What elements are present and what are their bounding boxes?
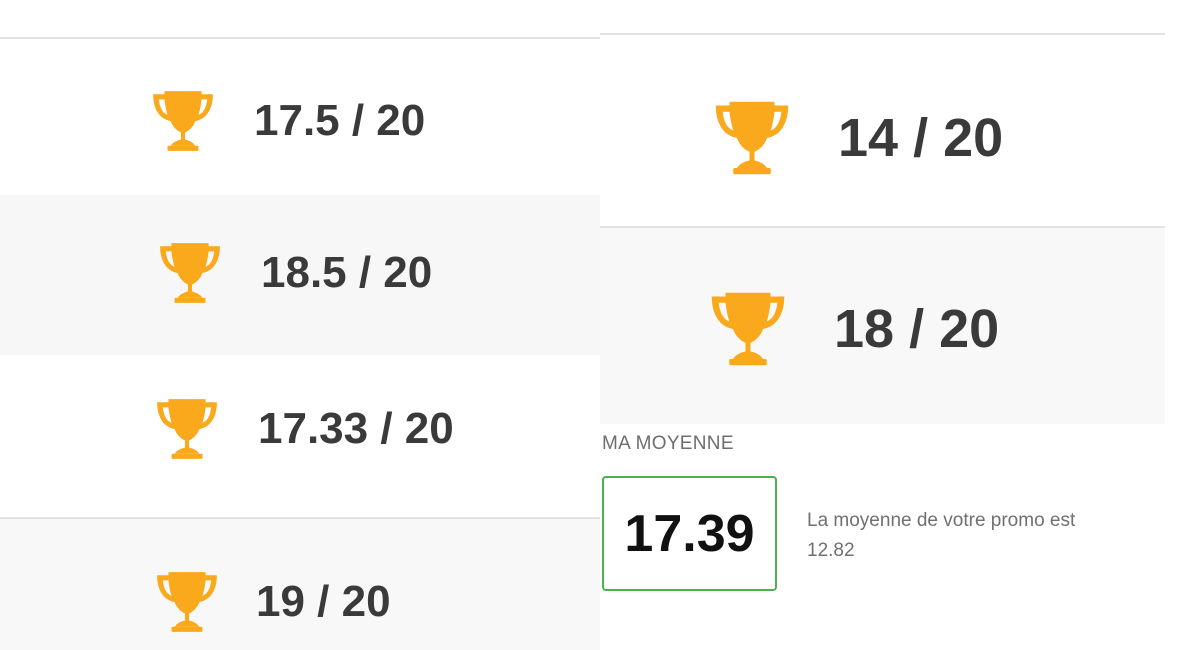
grade-row: 19 / 20 (154, 569, 391, 635)
grade-row: 14 / 20 (712, 98, 1003, 178)
grade-score: 18.5 / 20 (261, 248, 433, 297)
promo-average-value: 12.82 (807, 540, 855, 561)
trophy-icon (154, 569, 220, 635)
trophy-icon (712, 98, 792, 178)
divider (600, 33, 1165, 35)
grade-row: 18 / 20 (708, 289, 999, 369)
average-value-box: 17.39 (602, 476, 777, 591)
trophy-icon (708, 289, 788, 369)
grade-row: 17.5 / 20 (150, 88, 425, 154)
grade-score: 19 / 20 (256, 577, 391, 626)
average-section-label: MA MOYENNE (602, 433, 734, 454)
grade-row: 17.33 / 20 (154, 396, 454, 462)
grade-score: 14 / 20 (838, 108, 1004, 168)
promo-average-text: La moyenne de votre promo est 12.82 (807, 506, 1137, 566)
grade-score: 17.5 / 20 (254, 96, 426, 145)
divider (0, 37, 600, 39)
trophy-icon (150, 88, 216, 154)
average-value: 17.39 (624, 504, 755, 563)
promo-average-label: La moyenne de votre promo est (807, 510, 1076, 531)
grade-row: 18.5 / 20 (157, 240, 432, 306)
left-grades-panel: 17.5 / 20 18.5 / 20 17.33 / 20 19 / 20 (0, 0, 600, 650)
trophy-icon (157, 240, 223, 306)
grade-score: 18 / 20 (834, 299, 1000, 359)
trophy-icon (154, 396, 220, 462)
grade-score: 17.33 / 20 (258, 404, 454, 453)
